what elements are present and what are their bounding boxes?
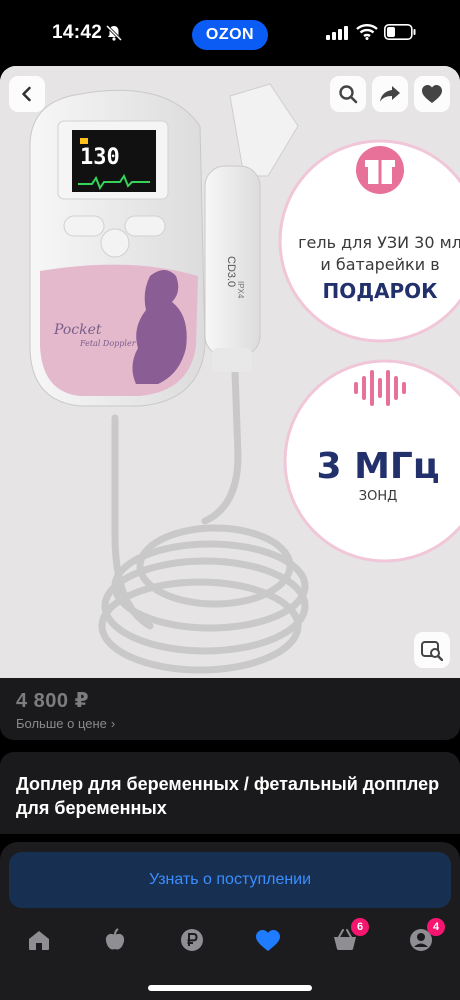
home-icon [29,931,49,950]
ozon-app-badge[interactable]: OZON [192,20,268,50]
search-icon [339,85,358,104]
status-bar: 14:42 OZON [0,0,460,66]
chevron-left-icon [22,86,31,102]
promo-gift-line1: гель для УЗИ 30 мл [298,233,460,252]
notify-availability-button[interactable]: Узнать о поступлении [9,852,451,908]
share-arrow-icon [380,86,400,102]
tab-finance[interactable] [178,926,206,954]
price-more-label: Больше о цене [16,716,107,731]
profile-badge: 4 [427,918,445,936]
promo-gift-line3: ПОДАРОК [322,279,438,303]
cellular-signal-icon [326,26,348,40]
apple-icon [105,928,125,950]
search-button[interactable] [330,76,366,112]
product-title-section: Доплер для беременных / фетальный доппле… [0,752,460,834]
product-title: Доплер для беременных / фетальный доппле… [16,774,440,818]
wifi-icon [356,24,378,40]
bottom-tab-bar: 6 4 [0,918,460,964]
home-indicator [148,985,312,991]
promo-freq-value: 3 МГц [316,446,439,487]
tab-fresh[interactable] [101,926,129,954]
tab-cart[interactable]: 6 [331,918,369,954]
price-section: 4 800 ₽ Больше о цене › [0,678,460,740]
tab-home[interactable] [25,926,53,954]
chevron-right-icon: › [110,716,116,731]
probe-label: CD3.0 [225,256,237,287]
heart-icon [256,929,280,951]
device-brand: Pocket [53,322,102,338]
cart-badge: 6 [351,918,369,936]
promo-gift-line2: и батарейки в [320,255,439,274]
heart-icon [422,85,442,103]
tab-profile[interactable]: 4 [407,918,445,954]
ruble-icon [181,929,203,951]
favorite-button[interactable] [414,76,450,112]
price-more-link[interactable]: Больше о цене › [16,716,115,731]
product-photo: CD3.0 IPX4 130 Pocket Fetal Doppler гель… [0,66,460,678]
probe-sub: IPX4 [236,281,245,299]
image-search-icon [421,641,443,661]
bell-muted-icon [105,24,123,42]
battery-icon [384,24,416,40]
product-image-gallery[interactable]: CD3.0 IPX4 130 Pocket Fetal Doppler гель… [0,66,460,678]
price-value: 4 800 ₽ [16,690,90,712]
tab-favorites[interactable] [254,926,282,954]
visual-search-button[interactable] [414,632,450,668]
device-subtitle: Fetal Doppler [79,339,137,348]
share-button[interactable] [372,76,408,112]
promo-freq-label: ЗОНД [359,489,398,504]
back-button[interactable] [9,76,45,112]
status-time: 14:42 [52,22,103,43]
device-reading: 130 [80,145,120,170]
